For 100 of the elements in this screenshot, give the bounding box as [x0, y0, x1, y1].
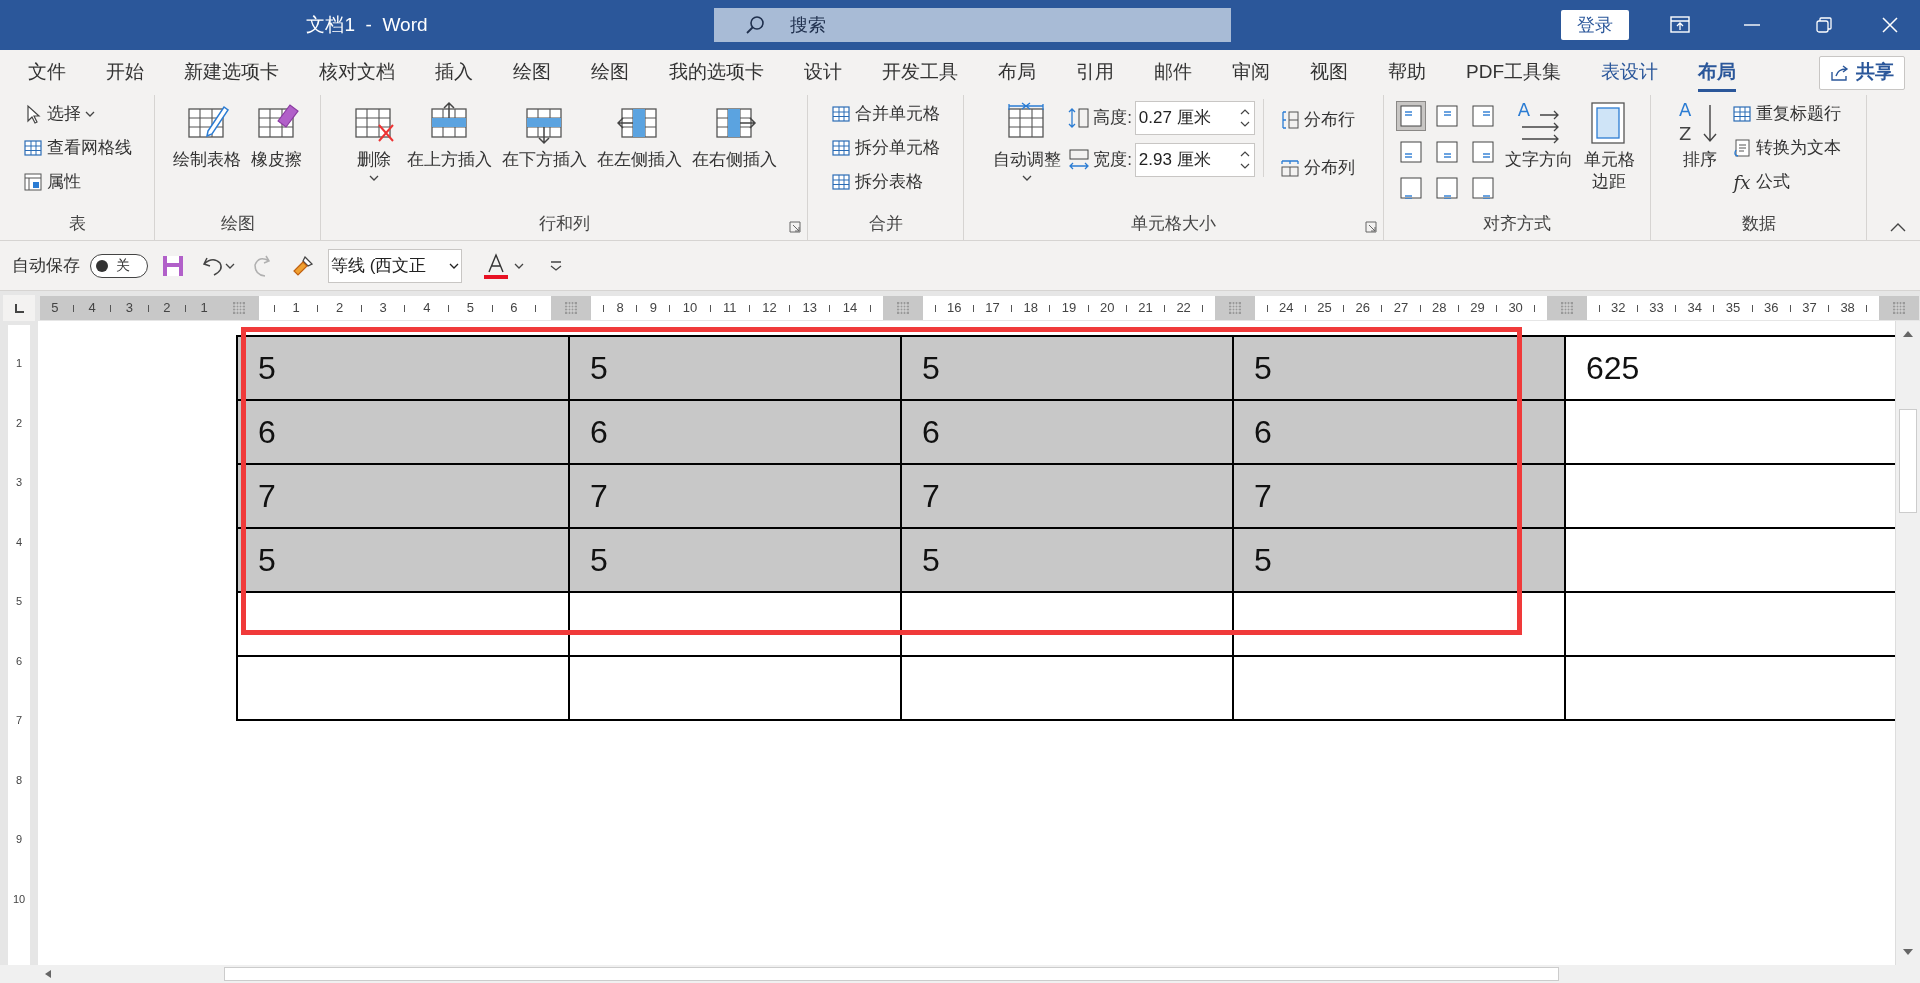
search-placeholder: 搜索: [790, 13, 826, 37]
column-marker-icon: [564, 301, 578, 315]
ribbon-tab[interactable]: 绘图: [493, 50, 571, 95]
ribbon-tab[interactable]: 视图: [1290, 50, 1368, 95]
ribbon-button[interactable]: 重复标题行: [1730, 99, 1843, 129]
ribbon-tab[interactable]: 开始: [86, 50, 164, 95]
ruler-number: 3: [15, 475, 23, 490]
align-icon: [1399, 177, 1422, 199]
ribbon-button[interactable]: 合并单元格: [829, 99, 942, 129]
ribbon-button[interactable]: 选择: [20, 99, 134, 129]
ribbon-button[interactable]: 单元格边距: [1579, 99, 1639, 193]
ribbon-button[interactable]: 分布行: [1277, 105, 1357, 135]
column-marker-icon: [1560, 301, 1574, 315]
ribbon-button[interactable]: 绘制表格: [170, 99, 244, 171]
ribbon-tab[interactable]: 我的选项卡: [649, 50, 784, 95]
properties-icon: [22, 172, 43, 192]
ruler-number: 12: [762, 299, 777, 318]
ribbon-tab[interactable]: 表设计: [1581, 50, 1678, 95]
ribbon-button[interactable]: 拆分表格: [829, 167, 942, 197]
login-button[interactable]: 登录: [1561, 10, 1629, 40]
ribbon-tab[interactable]: 布局: [1678, 50, 1756, 95]
ribbon-tab[interactable]: 文件: [8, 50, 86, 95]
ribbon-button[interactable]: 拆分单元格: [829, 133, 942, 163]
table-cell: 5: [1233, 336, 1565, 400]
search-field[interactable]: 搜索: [714, 8, 1231, 42]
save-icon: [161, 253, 185, 278]
ribbon-button[interactable]: 删除: [348, 99, 400, 181]
ribbon-button[interactable]: 在左侧插入: [594, 99, 685, 171]
icon-letter: fx: [1732, 170, 1752, 195]
ruler-number: 10: [12, 891, 26, 907]
align-icon: [1471, 177, 1494, 199]
ruler-number: 24: [1279, 299, 1294, 318]
dialog-launcher-button[interactable]: [789, 220, 803, 234]
ruler-number: 30: [1508, 299, 1523, 318]
ribbon-button[interactable]: 在上方插入: [404, 99, 495, 171]
ruler-number: 32: [1611, 299, 1626, 318]
ribbon-tab[interactable]: 引用: [1056, 50, 1134, 95]
ribbon-button[interactable]: 自动调整: [990, 99, 1065, 181]
table-cell: 5: [901, 528, 1233, 592]
ribbon-tab[interactable]: 审阅: [1212, 50, 1290, 95]
ribbon-tab[interactable]: 开发工具: [862, 50, 978, 95]
ribbon-button[interactable]: fx 公式: [1730, 167, 1843, 197]
spin-field[interactable]: 0.27 厘米: [1134, 101, 1255, 135]
ribbon-button[interactable]: 在右侧插入: [689, 99, 780, 171]
ribbon-button[interactable]: 转换为文本: [1730, 133, 1843, 163]
font-color-icon: [484, 252, 508, 279]
ruler-number: 1: [15, 356, 23, 371]
ruler-number: 26: [1355, 299, 1370, 318]
table-cell: 625: [1565, 336, 1895, 400]
caret-icon: [1890, 222, 1906, 232]
spin-field[interactable]: 2.93 厘米: [1134, 143, 1255, 177]
window-title: 文档1 - Word: [305, 12, 429, 37]
ribbon-button[interactable]: A 文字方向: [1501, 99, 1576, 171]
autosave-toggle[interactable]: 关: [90, 253, 148, 278]
ruler-number: 14: [842, 299, 858, 318]
ruler-number: 4: [423, 299, 431, 318]
ruler-number: 8: [616, 299, 624, 318]
column-width-icon: [1068, 148, 1091, 172]
ribbon-tab[interactable]: 帮助: [1368, 50, 1446, 95]
group-label: 单元格大小: [1131, 213, 1216, 236]
ribbon-button[interactable]: 在下方插入: [499, 99, 590, 171]
spinner-icon: [1239, 107, 1250, 129]
ribbon-button[interactable]: 属性: [20, 167, 134, 197]
ribbon-button[interactable]: 橡皮擦: [248, 99, 305, 171]
share-button[interactable]: 共享: [1819, 55, 1905, 90]
align-icon: [1435, 105, 1458, 127]
minimize-icon: [1744, 24, 1760, 26]
horizontal-scrollbar[interactable]: [0, 965, 1920, 983]
caret-icon: [225, 262, 235, 269]
align-icon: [1435, 177, 1458, 199]
ruler-number: 33: [1649, 299, 1664, 318]
row-height-icon: [1068, 106, 1091, 130]
ribbon-tab[interactable]: 绘图: [571, 50, 649, 95]
table-cell: 7: [901, 464, 1233, 528]
ribbon-tab[interactable]: 新建选项卡: [164, 50, 299, 95]
tab-selector[interactable]: [3, 295, 35, 321]
scrollbar-thumb[interactable]: [224, 967, 1559, 981]
split-cells-icon: [831, 138, 851, 158]
ruler-number: 2: [336, 299, 344, 318]
dialog-launcher-button[interactable]: [1365, 220, 1379, 234]
ribbon-tab[interactable]: 布局: [978, 50, 1056, 95]
ribbon-tab[interactable]: 插入: [415, 50, 493, 95]
ribbon-button[interactable]: 查看网格线: [20, 133, 134, 163]
ribbon-tab[interactable]: 邮件: [1134, 50, 1212, 95]
vertical-scrollbar[interactable]: [1895, 321, 1920, 965]
column-marker-icon: [896, 301, 910, 315]
ruler-number: 3: [125, 299, 134, 318]
ruler-number: 25: [1317, 299, 1332, 318]
ruler-number: 37: [1802, 299, 1817, 318]
caret-icon: [84, 111, 95, 117]
ribbon-tab[interactable]: 核对文档: [299, 50, 415, 95]
ribbon-button[interactable]: A Z 排序: [1674, 99, 1726, 171]
ribbon-button[interactable]: 分布列: [1277, 153, 1357, 183]
font-dropdown[interactable]: 等线 (西文正: [328, 248, 462, 283]
ribbon-tab[interactable]: 设计: [784, 50, 862, 95]
align-button[interactable]: [1395, 101, 1426, 131]
scrollbar-thumb[interactable]: [1899, 409, 1917, 513]
ribbon-tab[interactable]: PDF工具集: [1446, 50, 1581, 95]
scroll-left-icon: [44, 969, 52, 979]
close-icon: [1882, 17, 1898, 33]
